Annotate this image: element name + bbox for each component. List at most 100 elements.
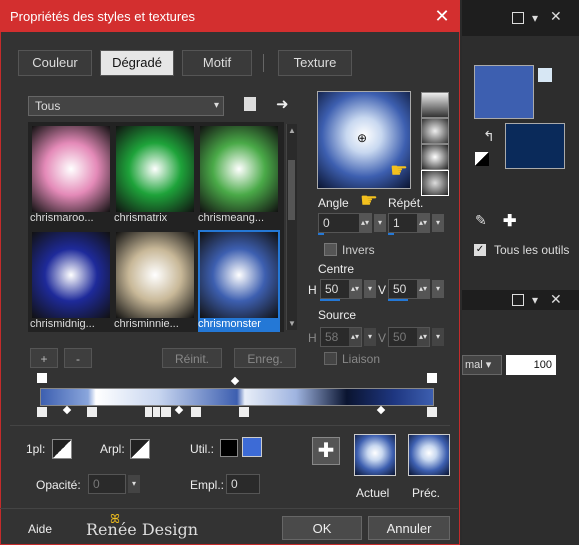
source-v-field[interactable]: 50 ▴▾ bbox=[388, 327, 430, 347]
tab-couleur[interactable]: Couleur bbox=[18, 50, 92, 76]
angle-dropdown[interactable]: ▾ bbox=[374, 214, 386, 232]
gradient-label: chrismatrix bbox=[114, 212, 168, 224]
tab-motif[interactable]: Motif bbox=[182, 50, 252, 76]
add-to-swatches-button[interactable]: ✚ bbox=[312, 437, 340, 465]
logo-text: Renée Design bbox=[86, 520, 199, 539]
centre-v-dropdown[interactable]: ▾ bbox=[432, 280, 444, 298]
style-rectangular-button[interactable] bbox=[421, 118, 449, 144]
color-stop[interactable] bbox=[36, 406, 48, 418]
source-v-dropdown[interactable]: ▾ bbox=[432, 328, 444, 346]
repeat-dropdown[interactable]: ▾ bbox=[432, 214, 444, 232]
scrollbar[interactable]: ▲ ▼ bbox=[286, 124, 297, 330]
centre-v-slider[interactable] bbox=[388, 299, 408, 301]
add-gradient-button[interactable]: + bbox=[30, 348, 58, 368]
gradient-thumbnail[interactable] bbox=[32, 126, 110, 212]
gradient-thumbnail[interactable] bbox=[116, 126, 194, 212]
gradient-thumbnail[interactable] bbox=[198, 230, 280, 320]
background-swatch[interactable] bbox=[505, 123, 565, 169]
gradient-label: chrismonster bbox=[198, 318, 280, 332]
empl-field[interactable]: 0 bbox=[226, 474, 260, 494]
style-radial-button[interactable] bbox=[421, 170, 449, 196]
tab-degrade[interactable]: Dégradé bbox=[100, 50, 174, 76]
eyedropper-icon[interactable]: ✎ bbox=[475, 212, 487, 229]
hand-pointer-icon-2: ☛ bbox=[360, 190, 378, 212]
maximize-icon-2[interactable] bbox=[512, 294, 524, 306]
arrow-right-icon[interactable]: ➜ bbox=[276, 95, 289, 113]
gradient-thumbnail[interactable] bbox=[32, 232, 110, 318]
source-label: Source bbox=[318, 308, 357, 322]
style-linear-button[interactable] bbox=[421, 92, 449, 118]
section-divider bbox=[10, 425, 450, 426]
centre-label: Centre bbox=[318, 262, 355, 276]
util-color-swatch[interactable] bbox=[242, 437, 262, 457]
foreground-swatch[interactable] bbox=[474, 65, 534, 119]
close-button[interactable]: ✕ bbox=[432, 6, 452, 26]
color-stop[interactable] bbox=[238, 406, 250, 418]
opacity-stop-left[interactable] bbox=[36, 372, 48, 384]
swap-icon[interactable]: ↰ bbox=[483, 128, 495, 145]
dropdown-icon-2[interactable]: ▾ bbox=[532, 293, 538, 307]
repeat-field[interactable]: 1 ▴▾ bbox=[388, 213, 430, 233]
opacity-dropdown[interactable]: ▾ bbox=[128, 475, 140, 493]
help-link[interactable]: Aide bbox=[28, 522, 52, 536]
layer-opacity-field[interactable]: 100 bbox=[506, 355, 556, 375]
gradient-thumbnail[interactable] bbox=[116, 232, 194, 318]
close-icon[interactable]: ✕ bbox=[550, 8, 562, 25]
maximize-icon[interactable] bbox=[512, 12, 524, 24]
link-label: Liaison bbox=[342, 352, 381, 366]
previous-preview[interactable] bbox=[408, 434, 450, 476]
footer-divider bbox=[0, 508, 458, 509]
gradient-label: chrisminnie... bbox=[114, 318, 179, 330]
ok-button[interactable]: OK bbox=[282, 516, 362, 540]
first-plan-swatch[interactable] bbox=[52, 439, 72, 459]
category-select[interactable]: Tous ▾ bbox=[28, 96, 224, 116]
foreground-color-icon[interactable] bbox=[538, 68, 552, 82]
cancel-button[interactable]: Annuler bbox=[368, 516, 450, 540]
color-stop[interactable] bbox=[86, 406, 98, 418]
repeat-slider[interactable] bbox=[388, 233, 394, 235]
reset-button[interactable]: Réinit. bbox=[162, 348, 222, 368]
reset-colors-icon[interactable] bbox=[475, 152, 489, 166]
gradient-label: chrismidnig... bbox=[30, 318, 95, 330]
invert-checkbox[interactable] bbox=[324, 243, 337, 256]
link-checkbox[interactable] bbox=[324, 352, 337, 365]
color-stop[interactable] bbox=[190, 406, 202, 418]
centre-h-slider[interactable] bbox=[320, 299, 340, 301]
util-label: Util.: bbox=[190, 442, 214, 456]
previous-label: Préc. bbox=[412, 486, 441, 500]
color-stop[interactable] bbox=[426, 406, 438, 418]
plus-icon[interactable]: ✚ bbox=[503, 211, 516, 231]
centre-h-field[interactable]: 50 ▴▾ bbox=[320, 279, 362, 299]
hand-pointer-icon: ☛ bbox=[390, 160, 408, 182]
invert-label: Invers bbox=[342, 243, 375, 257]
util-black-swatch[interactable] bbox=[220, 439, 238, 457]
all-tools-label: Tous les outils bbox=[494, 243, 570, 257]
color-stop[interactable] bbox=[160, 406, 172, 418]
first-plan-label: 1pl: bbox=[26, 442, 46, 456]
all-tools-checkbox[interactable]: ✓ bbox=[474, 244, 486, 256]
current-preview[interactable] bbox=[354, 434, 396, 476]
source-h-field[interactable]: 58 ▴▾ bbox=[320, 327, 362, 347]
centre-v-label: V bbox=[378, 283, 387, 297]
center-crosshair-icon[interactable]: ⊕ bbox=[357, 131, 367, 145]
centre-v-field[interactable]: 50 ▴▾ bbox=[388, 279, 430, 299]
style-sunburst-button[interactable] bbox=[421, 144, 449, 170]
angle-field[interactable]: 0 ▴▾ bbox=[318, 213, 372, 233]
menu-icon[interactable] bbox=[244, 97, 256, 111]
opacity-field[interactable]: 0 bbox=[88, 474, 126, 494]
gradient-thumbnail[interactable] bbox=[200, 126, 278, 212]
remove-gradient-button[interactable]: - bbox=[64, 348, 92, 368]
blend-mode-select[interactable]: mal ▾ bbox=[462, 355, 502, 375]
centre-h-dropdown[interactable]: ▾ bbox=[364, 280, 376, 298]
save-button[interactable]: Enreg. bbox=[234, 348, 296, 368]
source-h-dropdown[interactable]: ▾ bbox=[364, 328, 376, 346]
dialog-title: Propriétés des styles et textures bbox=[10, 9, 195, 24]
opacity-stop-right[interactable] bbox=[426, 372, 438, 384]
centre-h-label: H bbox=[308, 283, 317, 297]
back-plan-swatch[interactable] bbox=[130, 439, 150, 459]
dropdown-icon[interactable]: ▾ bbox=[532, 11, 538, 25]
angle-slider[interactable] bbox=[318, 233, 324, 235]
tab-texture[interactable]: Texture bbox=[278, 50, 352, 76]
close-icon-2[interactable]: ✕ bbox=[550, 291, 562, 308]
gradient-bar[interactable] bbox=[40, 388, 434, 406]
